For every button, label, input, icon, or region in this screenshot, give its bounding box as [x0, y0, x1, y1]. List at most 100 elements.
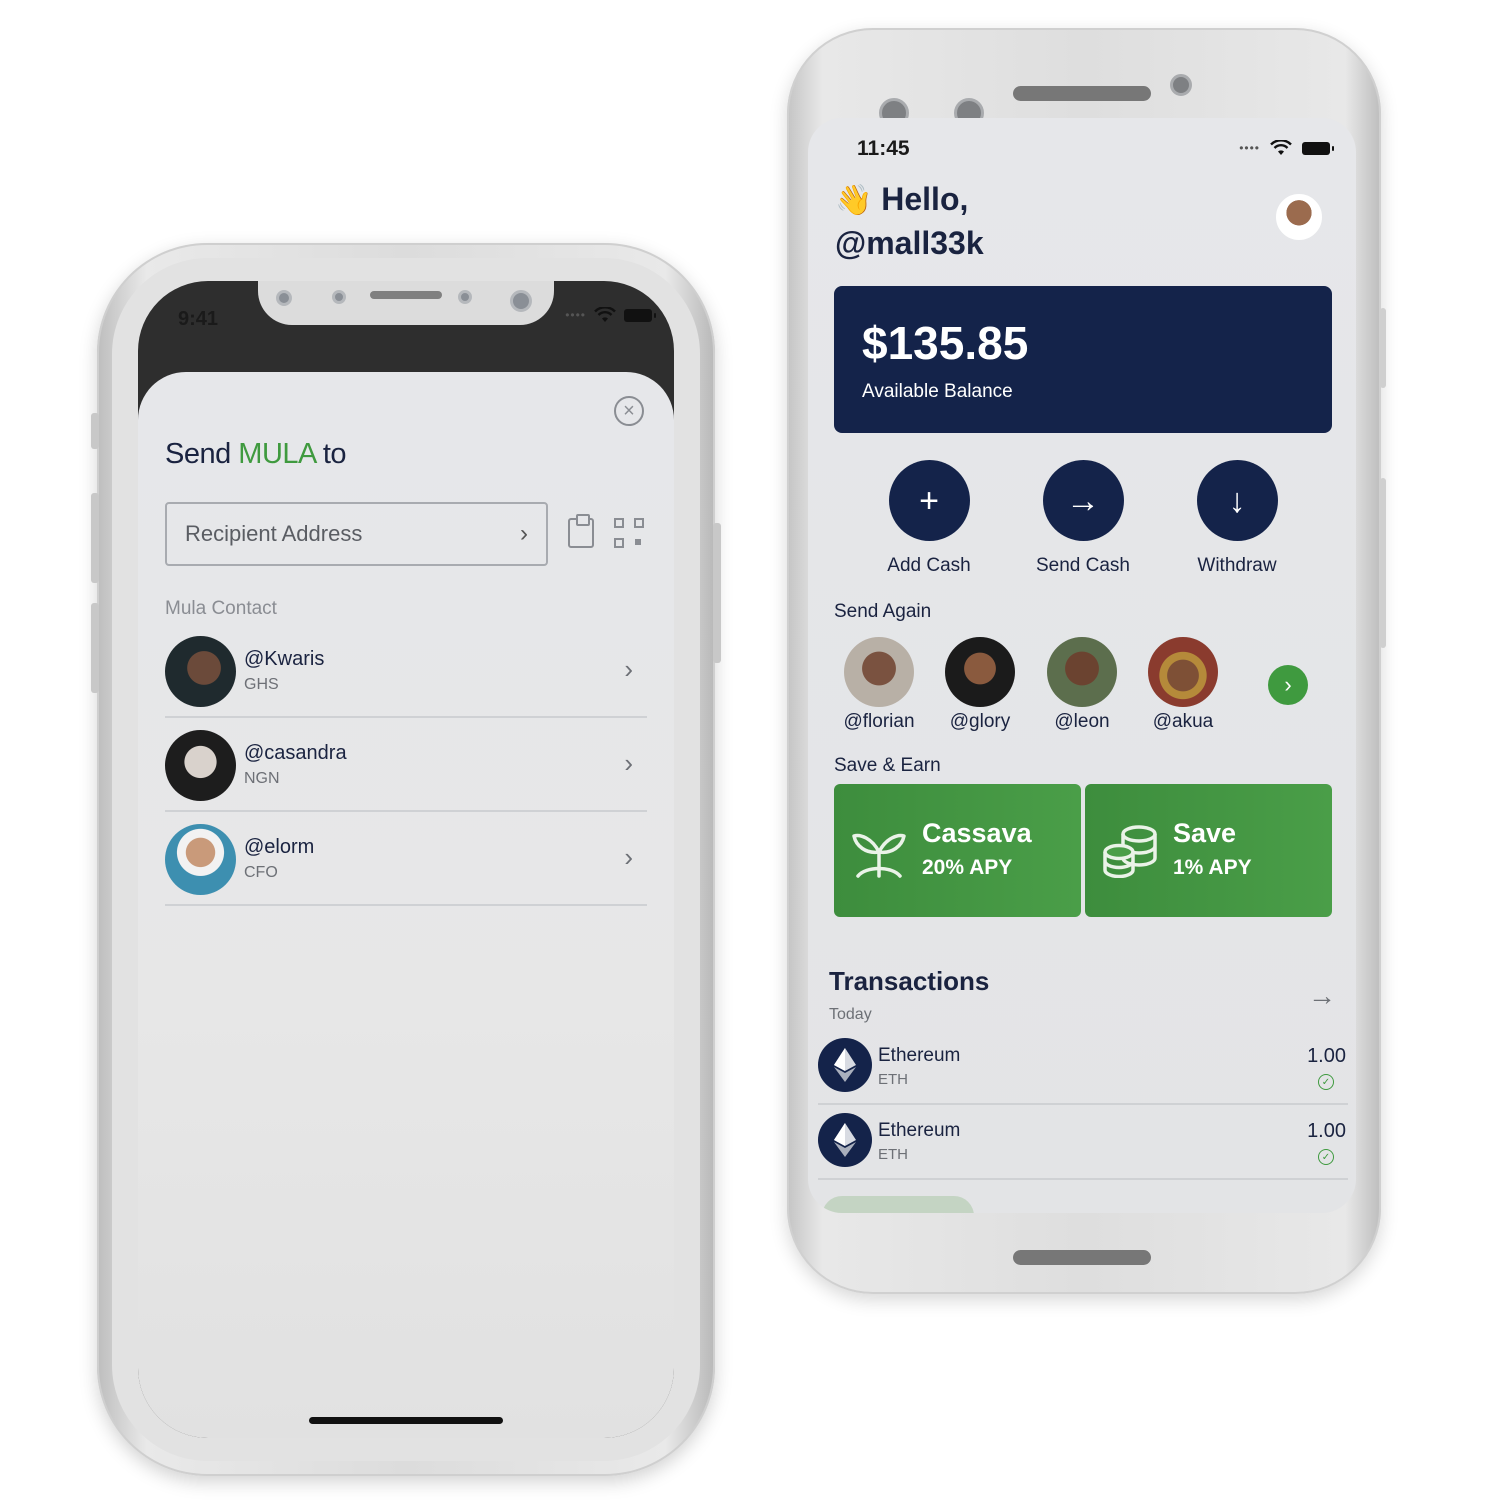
send-again-florian[interactable]: @florian: [834, 637, 924, 733]
volume-up-button: [91, 493, 99, 583]
wifi-icon: [1270, 140, 1292, 155]
volume-button: [1380, 478, 1386, 648]
withdraw-label: Withdraw: [1197, 555, 1277, 576]
avatar: [165, 824, 236, 895]
sensor-icon: [458, 290, 472, 304]
add-cash-button[interactable]: + Add Cash: [854, 460, 1004, 577]
friend-handle: @akua: [1152, 711, 1214, 732]
wifi-icon: [594, 307, 616, 322]
balance-amount: $135.85: [862, 317, 1029, 369]
avatar: [1148, 637, 1218, 707]
title-prefix: Send: [165, 438, 239, 470]
earn-rate: 1% APY: [1173, 856, 1252, 879]
page-title: Send MULA to: [165, 438, 347, 471]
transactions-title: Transactions: [829, 966, 990, 996]
status-time: 11:45: [857, 137, 910, 160]
profile-avatar[interactable]: [1276, 194, 1322, 240]
sensor-icon: [332, 290, 346, 304]
signal-icon: ••••: [1239, 141, 1260, 155]
transaction-row[interactable]: Ethereum ETH 1.00 ✓: [818, 1030, 1348, 1105]
transactions-date-group: Today: [829, 1006, 872, 1023]
earn-title: Cassava: [922, 818, 1032, 848]
withdraw-button[interactable]: ↓ Withdraw: [1162, 460, 1312, 577]
send-again-leon[interactable]: @leon: [1037, 637, 1127, 733]
power-button: [713, 523, 721, 663]
contact-row-kwaris[interactable]: @Kwaris GHS ›: [165, 624, 647, 718]
transaction-amount: 1.00: [1307, 1045, 1346, 1067]
contact-currency: GHS: [244, 676, 279, 693]
contact-row-casandra[interactable]: @casandra NGN ›: [165, 718, 647, 812]
plus-icon[interactable]: +: [888, 460, 970, 541]
send-cash-button[interactable]: → Send Cash: [1008, 460, 1158, 577]
signal-icon: ••••: [565, 308, 586, 322]
chevron-right-icon[interactable]: ›: [624, 748, 633, 779]
send-again-akua[interactable]: @akua: [1138, 637, 1228, 733]
friend-handle: @leon: [1054, 711, 1110, 732]
friend-handle: @florian: [843, 711, 915, 732]
mula-contact-label: Mula Contact: [165, 598, 277, 619]
clipboard-icon[interactable]: [568, 514, 594, 548]
arrow-down-icon[interactable]: ↓: [1196, 460, 1278, 541]
arrow-right-icon[interactable]: →: [1042, 460, 1124, 541]
mute-switch: [91, 413, 99, 449]
contact-handle: @Kwaris: [244, 648, 325, 670]
send-sheet: × Send MULA to › Mula Contact @Kwaris GH…: [138, 372, 674, 1438]
greeting: 👋 Hello, @mall33k: [835, 178, 984, 264]
front-camera-icon: [510, 290, 532, 312]
friend-handle: @glory: [949, 711, 1011, 732]
send-again-glory[interactable]: @glory: [935, 637, 1025, 733]
balance-label: Available Balance: [862, 381, 1013, 402]
home-indicator[interactable]: [309, 1417, 503, 1424]
greeting-username: @mall33k: [835, 225, 984, 261]
camera-icon: [276, 290, 292, 306]
cassava-earn-card[interactable]: Cassava 20% APY: [834, 784, 1081, 917]
transaction-name: Ethereum: [878, 1045, 961, 1066]
notch: [258, 281, 554, 325]
status-time: 9:41: [178, 308, 219, 330]
avatar: [165, 636, 236, 707]
recipient-address-field[interactable]: ›: [165, 502, 548, 566]
title-suffix: to: [315, 438, 347, 470]
avatar: [844, 637, 914, 707]
waving-hand-icon: 👋: [835, 184, 873, 217]
contact-currency: NGN: [244, 770, 280, 787]
close-icon[interactable]: ×: [614, 396, 644, 426]
chevron-right-icon[interactable]: ›: [520, 520, 528, 548]
home-screen: 11:45 •••• 👋 Hello, @mall33k $135.85 Ava…: [808, 118, 1356, 1213]
avatar: [165, 730, 236, 801]
chevron-right-icon[interactable]: ›: [624, 654, 633, 685]
transaction-name: Ethereum: [878, 1120, 961, 1141]
greeting-line1: Hello,: [881, 181, 969, 217]
contact-row-elorm[interactable]: @elorm CFO ›: [165, 812, 647, 906]
transaction-symbol: ETH: [878, 1146, 908, 1163]
contact-handle: @elorm: [244, 836, 315, 858]
earn-rate: 20% APY: [922, 856, 1013, 879]
qr-code-icon[interactable]: [614, 518, 644, 548]
save-earn-card[interactable]: Save 1% APY: [1085, 784, 1332, 917]
transaction-amount: 1.00: [1307, 1120, 1346, 1142]
chevron-right-icon[interactable]: ›: [1268, 665, 1308, 705]
avatar: [1047, 637, 1117, 707]
avatar: [945, 637, 1015, 707]
recipient-address-input[interactable]: [185, 521, 520, 547]
save-earn-label: Save & Earn: [834, 755, 941, 776]
ethereum-icon: [818, 1113, 872, 1167]
transaction-row[interactable]: Ethereum ETH 1.00 ✓: [818, 1105, 1348, 1180]
status-bar-icons: ••••: [565, 307, 656, 323]
coins-icon: [1103, 825, 1157, 878]
bottom-speaker-grille: [1013, 1250, 1151, 1265]
balance-card: $135.85 Available Balance: [834, 286, 1332, 433]
contact-currency: CFO: [244, 864, 278, 881]
check-circle-icon: ✓: [1318, 1074, 1334, 1090]
title-brand: MULA: [238, 438, 316, 470]
battery-icon: [624, 308, 656, 322]
arrow-right-icon[interactable]: →: [1308, 980, 1336, 1012]
earn-title: Save: [1173, 818, 1237, 848]
ethereum-icon: [818, 1038, 872, 1092]
check-circle-icon: ✓: [1318, 1149, 1334, 1165]
chevron-right-icon[interactable]: ›: [624, 842, 633, 873]
send-cash-label: Send Cash: [1035, 555, 1130, 576]
speaker-grille: [1013, 86, 1151, 101]
contact-handle: @casandra: [244, 742, 347, 764]
battery-icon: [1302, 141, 1334, 155]
